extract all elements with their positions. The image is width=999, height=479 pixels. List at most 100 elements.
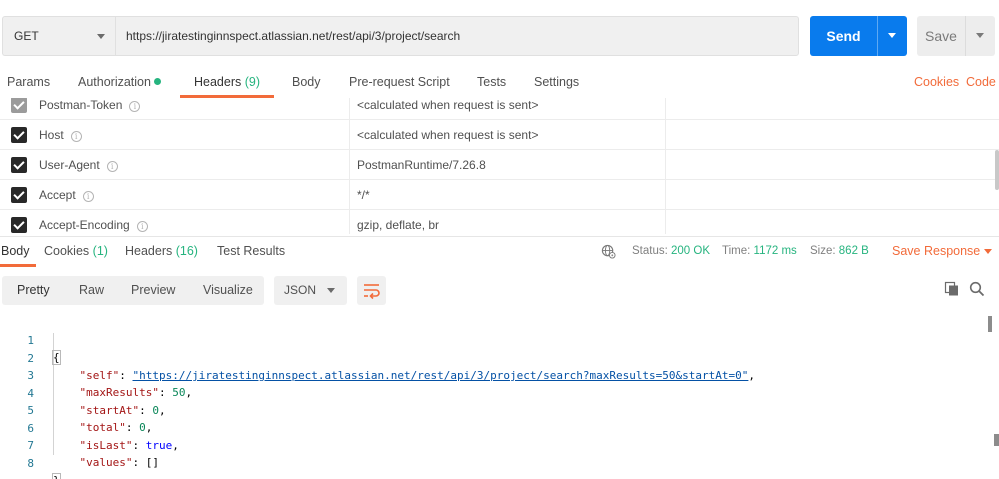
code-text: } (52, 472, 61, 479)
tab-response-body[interactable]: Body (0, 237, 35, 267)
save-button[interactable]: Save (917, 16, 995, 56)
code-line: 1 { (0, 314, 990, 365)
code-line: 7 "values": [] (0, 419, 990, 470)
size-value[interactable]: 862 B (839, 245, 869, 257)
header-value[interactable]: */* (357, 180, 370, 210)
tab-headers-count: (9) (244, 75, 261, 89)
tab-settings-label: Settings (534, 75, 580, 89)
tab-pre-request-label: Pre-request Script (349, 75, 450, 89)
code-line: 3 "maxResults": 50, (0, 349, 990, 400)
tab-response-cookies[interactable]: Cookies (1) (44, 237, 108, 267)
response-tabs: Body Cookies (1) Headers (16) Test Resul… (0, 236, 999, 267)
editor-scrollbar-marker[interactable] (994, 434, 999, 446)
view-preview[interactable]: Preview (131, 276, 175, 305)
copy-icon[interactable] (944, 281, 960, 297)
header-key[interactable]: Host i (39, 120, 82, 150)
save-options-chevron-icon[interactable] (976, 33, 984, 38)
header-value[interactable]: <calculated when request is sent> (357, 98, 538, 120)
search-icon[interactable] (969, 281, 985, 297)
info-icon[interactable]: i (136, 221, 148, 232)
code-text: "values": [] (79, 456, 159, 469)
header-checkbox[interactable] (11, 187, 27, 203)
header-key-text: Accept (39, 188, 76, 202)
send-label: Send (826, 28, 861, 44)
tab-response-headers-count: (16) (175, 244, 198, 258)
info-icon[interactable]: i (82, 191, 94, 202)
column-divider (349, 120, 350, 150)
time-readout: Time: 1172 ms (722, 237, 797, 265)
header-value[interactable]: gzip, deflate, br (357, 210, 439, 234)
editor-scrollbar[interactable] (988, 316, 992, 332)
view-pretty[interactable]: Pretty (17, 276, 50, 305)
header-key[interactable]: User-Agent i (39, 150, 118, 180)
tab-tests[interactable]: Tests (477, 68, 506, 98)
info-icon[interactable]: i (129, 101, 141, 112)
tab-authorization[interactable]: Authorization (78, 68, 161, 98)
send-divider (877, 16, 878, 56)
globe-icon[interactable] (601, 244, 616, 259)
json-key: "values" (79, 456, 133, 469)
tab-response-headers-label: Headers (125, 244, 173, 258)
tab-tests-label: Tests (477, 75, 507, 89)
column-divider (349, 150, 350, 180)
format-select[interactable]: JSON (274, 276, 347, 305)
save-label: Save (925, 28, 957, 44)
url-text: https://jiratestinginnspect.atlassian.ne… (126, 29, 461, 43)
send-button[interactable]: Send (810, 16, 907, 56)
json-array: [] (145, 456, 159, 469)
method-select[interactable]: GET (2, 16, 115, 56)
tab-response-headers[interactable]: Headers (16) (125, 237, 198, 267)
header-value[interactable]: <calculated when request is sent> (357, 120, 538, 150)
header-key[interactable]: Accept i (39, 180, 94, 210)
json-brace: } (52, 473, 61, 479)
header-checkbox[interactable] (11, 217, 27, 233)
code-line: 2 "self": "https://jiratestinginnspect.a… (0, 332, 990, 383)
send-options-chevron-icon[interactable] (888, 33, 896, 38)
tab-headers-label: Headers (194, 75, 242, 89)
time-value[interactable]: 1172 ms (754, 245, 797, 257)
tab-params-label: Params (7, 75, 51, 89)
tab-authorization-label: Authorization (78, 75, 151, 89)
tab-body[interactable]: Body (292, 68, 321, 98)
column-divider (665, 180, 666, 210)
info-icon[interactable]: i (106, 161, 118, 172)
status-dot-icon (153, 78, 161, 85)
table-row: Postman-Token i <calculated when request … (0, 98, 999, 120)
header-checkbox[interactable] (11, 98, 27, 113)
tab-settings[interactable]: Settings (534, 68, 579, 98)
save-response-button[interactable]: Save Response (892, 237, 992, 265)
tab-params[interactable]: Params (7, 68, 50, 98)
header-checkbox[interactable] (11, 127, 27, 143)
view-raw[interactable]: Raw (79, 276, 104, 305)
column-divider (349, 98, 350, 120)
method-label: GET (14, 29, 39, 43)
tab-test-results[interactable]: Test Results (217, 237, 285, 267)
line-number: 8 (27, 456, 34, 470)
save-response-label: Save Response (892, 244, 981, 258)
wrap-lines-button[interactable] (357, 276, 386, 305)
tab-body-label: Body (292, 75, 321, 89)
header-key[interactable]: Accept-Encoding i (39, 210, 148, 234)
header-value[interactable]: PostmanRuntime/7.26.8 (357, 150, 486, 180)
header-key[interactable]: Postman-Token i (39, 98, 141, 120)
headers-scrollbar[interactable] (995, 150, 999, 190)
status-value[interactable]: 200 OK (671, 245, 710, 257)
header-checkbox[interactable] (11, 157, 27, 173)
column-divider (665, 150, 666, 180)
time-label: Time: (722, 245, 751, 257)
response-body-editor[interactable]: 1 { 2 "self": "https://jiratestinginnspe… (0, 313, 999, 479)
cookies-link[interactable]: Cookies (914, 68, 959, 98)
info-icon[interactable]: i (70, 131, 82, 142)
code-line: 8 } (0, 437, 990, 479)
view-visualize[interactable]: Visualize (203, 276, 253, 305)
header-key-text: Accept-Encoding (39, 218, 130, 232)
tab-test-results-label: Test Results (217, 244, 286, 258)
code-line: 6 "isLast": true, (0, 402, 990, 453)
tab-pre-request-script[interactable]: Pre-request Script (349, 68, 450, 98)
url-input[interactable]: https://jiratestinginnspect.atlassian.ne… (115, 16, 799, 56)
chevron-down-icon (984, 249, 992, 254)
table-row: Accept-Encoding i gzip, deflate, br (0, 210, 999, 234)
tab-headers[interactable]: Headers (9) (179, 68, 275, 98)
code-line: 5 "total": 0, (0, 384, 990, 435)
code-link[interactable]: Code (966, 68, 996, 98)
